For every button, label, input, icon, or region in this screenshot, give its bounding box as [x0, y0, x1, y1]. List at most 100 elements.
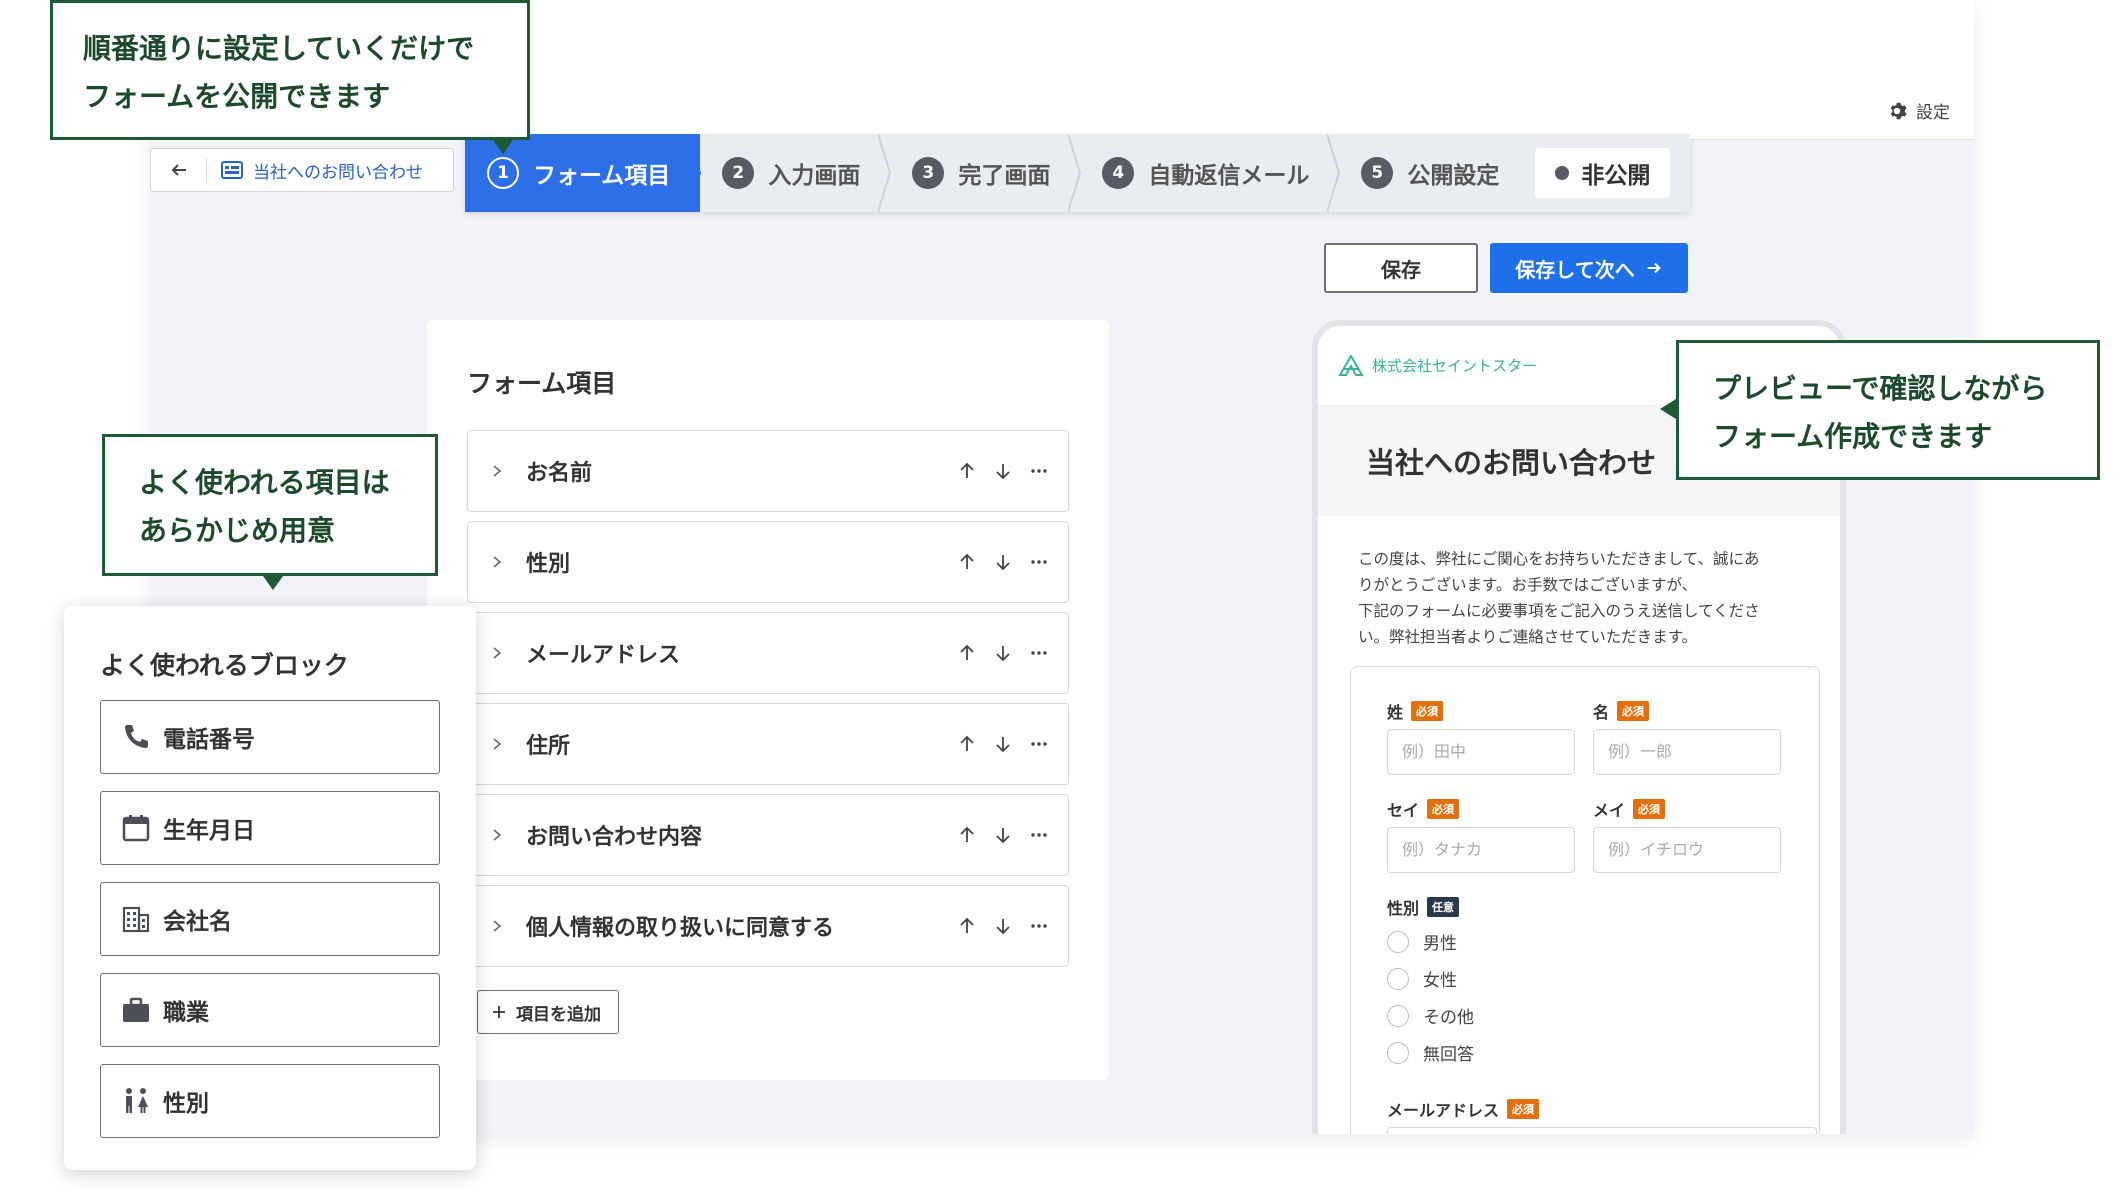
- step-number: 3: [912, 157, 945, 189]
- move-up-icon[interactable]: [958, 826, 976, 844]
- form-items-title: フォーム項目: [467, 369, 617, 398]
- gender-option[interactable]: 男性: [1387, 929, 1457, 954]
- step-3[interactable]: 3 完了画面: [890, 134, 1082, 212]
- move-up-icon[interactable]: [958, 553, 976, 571]
- settings-link[interactable]: 設定: [1886, 98, 1950, 123]
- block-button[interactable]: 性別: [100, 1064, 440, 1138]
- step-number: 2: [722, 157, 755, 189]
- gender-option[interactable]: 無回答: [1387, 1040, 1474, 1065]
- radio-icon: [1387, 967, 1409, 990]
- optional-badge: 任意: [1427, 897, 1460, 917]
- step-4[interactable]: 4 自動返信メール: [1080, 134, 1341, 212]
- step-bar: 1 フォーム項目 2 入力画面 3 完了画面 4 自動返信メール 5 公開設定 非公開: [465, 134, 1691, 212]
- status-label: 非公開: [1581, 163, 1651, 189]
- callout-steps: 順番通りに設定していくだけで フォームを公開できます: [50, 0, 530, 154]
- calendar-icon: [122, 815, 150, 842]
- preview-form: 姓必須 名必須 例）田中 例）一郎 セイ 必須 メイ 必須 例）タナカ 例）イチロウ…: [1350, 666, 1820, 1134]
- mei-kana-input[interactable]: 例）イチロウ: [1593, 827, 1781, 873]
- move-down-icon[interactable]: [994, 917, 1012, 935]
- add-item-label: 項目を追加: [516, 1004, 601, 1025]
- gender-option[interactable]: 女性: [1387, 966, 1457, 991]
- mei-kana-label: メイ 必須: [1593, 797, 1666, 821]
- block-button[interactable]: 生年月日: [100, 791, 440, 865]
- more-options-icon[interactable]: [1030, 826, 1048, 844]
- callout-line: 順番通りに設定していくだけで: [83, 32, 475, 65]
- block-label: 会社名: [163, 909, 232, 935]
- more-options-icon[interactable]: [1030, 735, 1048, 753]
- chevron-right-icon[interactable]: [490, 828, 510, 842]
- move-up-icon[interactable]: [958, 462, 976, 480]
- save-next-button[interactable]: 保存して次へ: [1490, 243, 1688, 293]
- callout-line: プレビューで確認しながら: [1713, 372, 2048, 405]
- sei-kana-input[interactable]: 例）タナカ: [1387, 827, 1575, 873]
- status-badge[interactable]: 非公開: [1535, 148, 1671, 198]
- form-item-label: 住所: [526, 734, 571, 759]
- save-next-label: 保存して次へ: [1515, 257, 1635, 282]
- add-item-button[interactable]: 項目を追加: [477, 990, 619, 1034]
- sei-kana-label: セイ 必須: [1387, 797, 1460, 821]
- sei-input[interactable]: 例）田中: [1387, 729, 1575, 775]
- phone-icon: [125, 725, 148, 748]
- more-options-icon[interactable]: [1030, 917, 1048, 935]
- form-name-link[interactable]: 当社へのお問い合わせ: [207, 158, 423, 183]
- callout-line: フォーム作成できます: [1713, 420, 1993, 453]
- email-label: メールアドレス 必須: [1387, 1097, 1540, 1121]
- callout-blocks: よく使われる項目は あらかじめ用意: [102, 434, 438, 590]
- settings-label: 設定: [1916, 103, 1950, 123]
- move-down-icon[interactable]: [994, 735, 1012, 753]
- email-input[interactable]: [1387, 1127, 1817, 1134]
- block-button[interactable]: 職業: [100, 973, 440, 1047]
- radio-icon: [1387, 1041, 1409, 1064]
- move-down-icon[interactable]: [994, 553, 1012, 571]
- required-badge: 必須: [1427, 799, 1460, 819]
- arrow-left-icon: [171, 164, 186, 176]
- more-options-icon[interactable]: [1030, 644, 1048, 662]
- step-number: 4: [1102, 157, 1135, 189]
- chevron-right-icon[interactable]: [490, 464, 510, 478]
- form-item-row[interactable]: 住所: [467, 703, 1069, 785]
- required-badge: 必須: [1617, 701, 1650, 721]
- chevron-right-icon[interactable]: [490, 555, 510, 569]
- more-options-icon[interactable]: [1030, 553, 1048, 571]
- back-button[interactable]: [151, 158, 207, 182]
- callout-line: フォームを公開できます: [83, 80, 391, 113]
- step-number: 5: [1361, 157, 1394, 189]
- block-label: 生年月日: [163, 818, 255, 844]
- form-item-row[interactable]: 性別: [467, 521, 1069, 603]
- move-up-icon[interactable]: [958, 644, 976, 662]
- step-label: 自動返信メール: [1148, 163, 1310, 189]
- step-2[interactable]: 2 入力画面: [700, 134, 892, 212]
- more-options-icon[interactable]: [1030, 462, 1048, 480]
- save-button[interactable]: 保存: [1324, 243, 1478, 293]
- form-item-row[interactable]: メールアドレス: [467, 612, 1069, 694]
- move-up-icon[interactable]: [958, 917, 976, 935]
- step-5[interactable]: 5 公開設定: [1339, 134, 1529, 212]
- form-item-row[interactable]: 個人情報の取り扱いに同意する: [467, 885, 1069, 967]
- step-label: 公開設定: [1407, 163, 1500, 189]
- building-icon: [122, 906, 150, 933]
- intro-line: この度は、弊社にご関心をお持ちいただきまして、誠にあ: [1358, 550, 1760, 568]
- required-badge: 必須: [1411, 701, 1444, 721]
- move-down-icon[interactable]: [994, 826, 1012, 844]
- block-button[interactable]: 電話番号: [100, 700, 440, 774]
- move-down-icon[interactable]: [994, 462, 1012, 480]
- blocks-title: よく使われるブロック: [100, 651, 349, 680]
- chevron-right-icon[interactable]: [490, 919, 510, 933]
- move-up-icon[interactable]: [958, 735, 976, 753]
- form-item-row[interactable]: お名前: [467, 430, 1069, 512]
- chevron-right-icon[interactable]: [490, 737, 510, 751]
- form-item-row[interactable]: お問い合わせ内容: [467, 794, 1069, 876]
- chevron-right-icon[interactable]: [490, 646, 510, 660]
- move-down-icon[interactable]: [994, 644, 1012, 662]
- form-items-panel: フォーム項目 お名前性別メールアドレス 住所お問い合わせ内容 個人情報の取り扱いに同…: [427, 320, 1109, 1080]
- form-nav: 当社へのお問い合わせ: [150, 148, 454, 192]
- step-label: フォーム項目: [533, 163, 671, 189]
- briefcase-icon: [123, 997, 149, 1022]
- form-item-label: メールアドレス: [526, 643, 681, 668]
- gender-option[interactable]: その他: [1387, 1003, 1474, 1028]
- callout-line: よく使われる項目は: [139, 466, 390, 499]
- gear-icon: [1890, 102, 1907, 119]
- block-button[interactable]: 会社名: [100, 882, 440, 956]
- mei-input[interactable]: 例）一郎: [1593, 729, 1781, 775]
- gender-icon: [126, 1088, 148, 1113]
